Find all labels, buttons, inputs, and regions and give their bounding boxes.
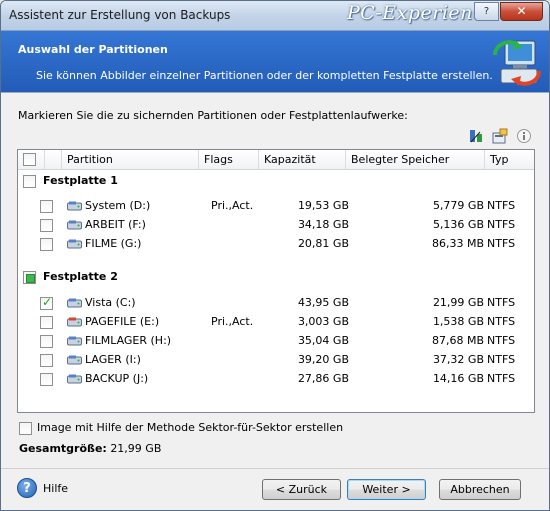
- partition-checkbox[interactable]: [40, 373, 53, 386]
- partition-type: NTFS: [487, 315, 516, 328]
- table-row[interactable]: LAGER (I:) 39,20 GB 37,32 GB NTFS: [18, 351, 534, 370]
- backup-computer-icon: [493, 40, 541, 86]
- hard-disk-icon: [67, 355, 82, 365]
- partition-name: System (D:): [85, 199, 151, 212]
- sector-by-sector-checkbox[interactable]: [19, 422, 32, 435]
- header-subtitle: Sie können Abbilder einzelner Partitione…: [36, 69, 493, 82]
- column-used-space[interactable]: Belegter Speicher: [345, 150, 484, 170]
- header-spacer: [44, 150, 61, 170]
- partition-checkbox[interactable]: [40, 316, 53, 329]
- partition-checkbox[interactable]: [40, 200, 53, 213]
- table-row[interactable]: BACKUP (J:) 27,86 GB 14,16 GB NTFS: [18, 370, 534, 389]
- partition-name: LAGER (I:): [85, 353, 141, 366]
- hard-disk-icon: [67, 239, 82, 249]
- partition-used: 37,32 GB: [432, 353, 484, 366]
- title-help-button[interactable]: ?: [474, 2, 499, 21]
- total-size-label: Gesamtgröße:: [19, 442, 107, 455]
- partition-capacity: 20,81 GB: [297, 237, 349, 250]
- partition-used: 5,779 GB: [432, 199, 484, 212]
- column-flags[interactable]: Flags: [198, 150, 258, 170]
- partition-used: 1,538 GB: [432, 315, 484, 328]
- partition-capacity: 19,53 GB: [297, 199, 349, 212]
- info-icon[interactable]: [515, 127, 533, 145]
- partition-flags: Pri.,Act.: [211, 199, 254, 212]
- hard-disk-icon: [67, 220, 82, 230]
- sector-by-sector-label[interactable]: Image mit Hilfe der Methode Sektor-für-S…: [37, 421, 343, 434]
- group-label-disk2: Festplatte 2: [43, 270, 118, 283]
- partition-flags: Pri.,Act.: [211, 315, 254, 328]
- partition-checkbox[interactable]: [40, 295, 53, 310]
- partition-name: ARBEIT (F:): [85, 218, 146, 231]
- wizard-header: Auswahl der Partitionen Sie können Abbil…: [1, 31, 549, 93]
- next-button[interactable]: Weiter >: [347, 479, 426, 500]
- partition-grid: Partition Flags Kapazität Belegter Speic…: [17, 149, 535, 413]
- header-title: Auswahl der Partitionen: [18, 43, 168, 56]
- column-type[interactable]: Typ: [484, 150, 534, 170]
- partition-type: NTFS: [487, 372, 516, 385]
- partition-checkbox[interactable]: [40, 335, 53, 348]
- properties-icon[interactable]: [491, 127, 509, 145]
- partition-name: PAGEFILE (E:): [85, 315, 160, 328]
- partition-type: NTFS: [487, 296, 516, 309]
- total-size-value: 21,99 GB: [110, 442, 162, 455]
- table-row[interactable]: FILME (G:) 20,81 GB 86,33 MB NTFS: [18, 235, 534, 254]
- hard-disk-icon: [67, 298, 82, 308]
- partition-type: NTFS: [487, 218, 516, 231]
- table-row[interactable]: System (D:) Pri.,Act. 19,53 GB 5,779 GB …: [18, 197, 534, 216]
- group-checkbox-disk2[interactable]: [23, 271, 36, 284]
- partition-capacity: 34,18 GB: [297, 218, 349, 231]
- partition-type: NTFS: [487, 353, 516, 366]
- partition-capacity: 39,20 GB: [297, 353, 349, 366]
- grid-header: Partition Flags Kapazität Belegter Speic…: [18, 150, 534, 170]
- table-row[interactable]: FILMLAGER (H:) 35,04 GB 87,68 MB NTFS: [18, 332, 534, 351]
- partition-name: FILMLAGER (H:): [85, 334, 172, 347]
- partition-name: Vista (C:): [85, 296, 136, 309]
- partition-type: NTFS: [487, 199, 516, 212]
- hard-disk-icon: [67, 336, 82, 346]
- partition-type: NTFS: [487, 237, 516, 250]
- help-icon[interactable]: ?: [17, 478, 37, 498]
- table-row[interactable]: PAGEFILE (E:) Pri.,Act. 3,003 GB 1,538 G…: [18, 313, 534, 332]
- window-title: Assistent zur Erstellung von Backups: [9, 8, 231, 22]
- backup-wizard-window: Assistent zur Erstellung von Backups PC-…: [0, 0, 550, 511]
- partition-used: 87,68 MB: [431, 334, 484, 347]
- grid-toolbar: [467, 127, 535, 145]
- partition-used: 21,99 GB: [432, 296, 484, 309]
- partition-name: FILME (G:): [85, 237, 142, 250]
- sort-icon[interactable]: [467, 127, 485, 145]
- cancel-button[interactable]: Abbrechen: [439, 479, 521, 500]
- partition-type: NTFS: [487, 334, 516, 347]
- partition-name: BACKUP (J:): [85, 372, 149, 385]
- table-row[interactable]: Vista (C:) 43,95 GB 21,99 GB NTFS: [18, 294, 534, 313]
- total-size: Gesamtgröße: 21,99 GB: [19, 442, 161, 455]
- partition-checkbox[interactable]: [40, 219, 53, 232]
- footer-divider: [1, 468, 549, 469]
- back-button[interactable]: < Zurück: [262, 479, 341, 500]
- partition-capacity: 3,003 GB: [297, 315, 349, 328]
- partition-used: 5,136 GB: [432, 218, 484, 231]
- partition-checkbox[interactable]: [40, 238, 53, 251]
- instruction-text: Markieren Sie die zu sichernden Partitio…: [18, 109, 408, 122]
- table-row[interactable]: ARBEIT (F:) 34,18 GB 5,136 GB NTFS: [18, 216, 534, 235]
- partition-used: 14,16 GB: [432, 372, 484, 385]
- partition-capacity: 35,04 GB: [297, 334, 349, 347]
- column-partition[interactable]: Partition: [61, 150, 198, 170]
- title-bar[interactable]: Assistent zur Erstellung von Backups PC-…: [1, 1, 549, 31]
- hard-disk-red-icon: [67, 317, 82, 327]
- hard-disk-icon: [67, 374, 82, 384]
- group-label-disk1: Festplatte 1: [43, 174, 118, 187]
- column-capacity[interactable]: Kapazität: [258, 150, 345, 170]
- partition-used: 86,33 MB: [431, 237, 484, 250]
- hard-disk-icon: [67, 201, 82, 211]
- partition-capacity: 27,86 GB: [297, 372, 349, 385]
- group-checkbox-disk1[interactable]: [23, 175, 36, 188]
- help-label[interactable]: Hilfe: [43, 482, 68, 495]
- partition-checkbox[interactable]: [40, 354, 53, 367]
- close-button[interactable]: ✕: [500, 2, 543, 21]
- select-all-checkbox[interactable]: [23, 153, 36, 166]
- partition-capacity: 43,95 GB: [297, 296, 349, 309]
